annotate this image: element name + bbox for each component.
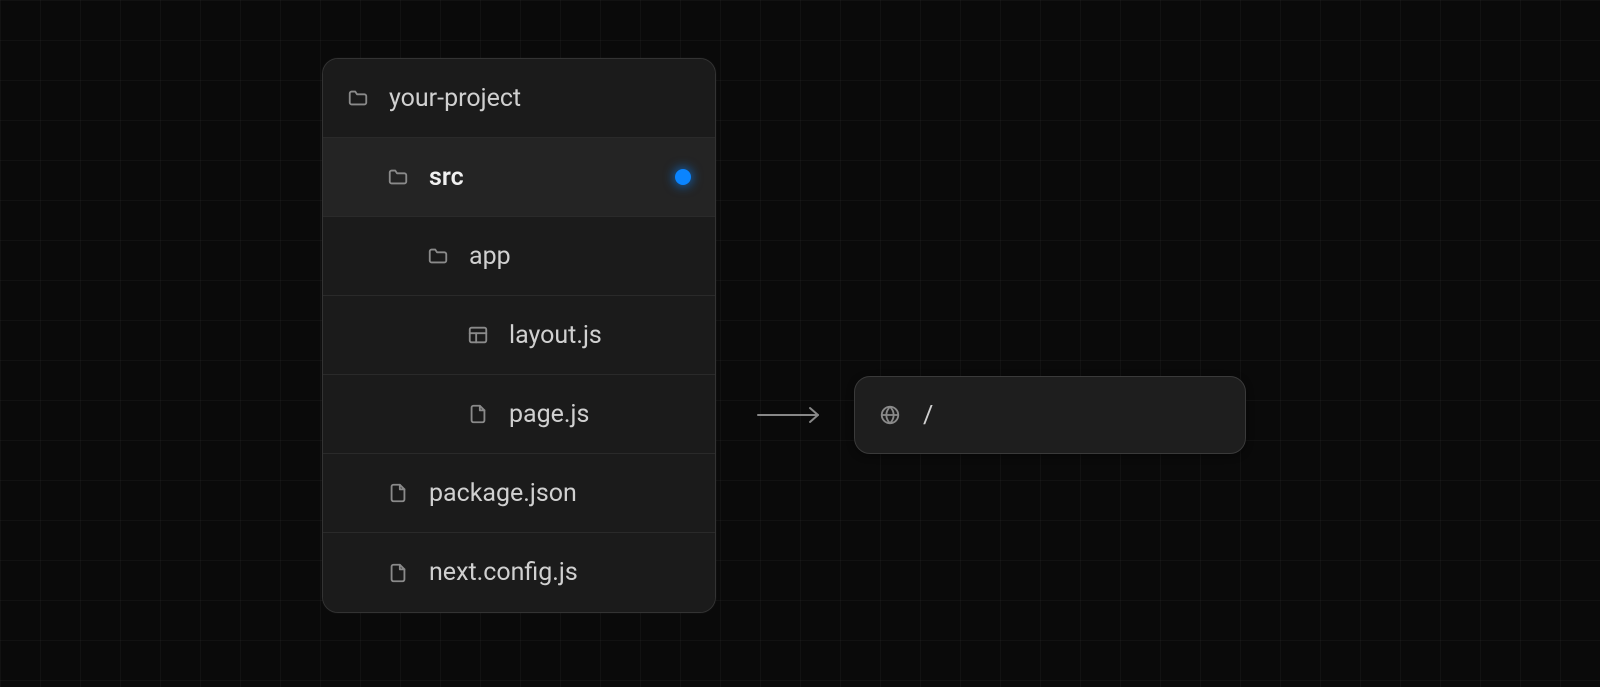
- active-indicator-dot: [675, 169, 691, 185]
- tree-row-package-json[interactable]: package.json: [323, 454, 715, 533]
- layout-icon: [467, 324, 489, 346]
- folder-icon: [427, 245, 449, 267]
- file-tree-panel: your-project src app: [322, 58, 716, 613]
- folder-icon: [387, 166, 409, 188]
- route-pill: /: [854, 376, 1246, 454]
- tree-label: app: [469, 242, 691, 271]
- tree-row-root[interactable]: your-project: [323, 59, 715, 138]
- tree-row-next-config-js[interactable]: next.config.js: [323, 533, 715, 612]
- tree-label: next.config.js: [429, 558, 691, 587]
- file-icon: [387, 562, 409, 584]
- route-path-text: /: [923, 401, 933, 430]
- tree-label: src: [429, 163, 675, 192]
- tree-label: your-project: [389, 84, 691, 113]
- tree-label: page.js: [509, 400, 691, 429]
- tree-row-page-js[interactable]: page.js: [323, 375, 715, 454]
- tree-label: layout.js: [509, 321, 691, 350]
- tree-label: package.json: [429, 479, 691, 508]
- tree-row-layout-js[interactable]: layout.js: [323, 296, 715, 375]
- tree-row-src[interactable]: src: [323, 138, 715, 217]
- folder-icon: [347, 87, 369, 109]
- arrow-icon: [756, 406, 826, 424]
- file-icon: [387, 482, 409, 504]
- grid-background: [0, 0, 1600, 687]
- tree-row-app[interactable]: app: [323, 217, 715, 296]
- file-icon: [467, 403, 489, 425]
- globe-icon: [879, 404, 901, 426]
